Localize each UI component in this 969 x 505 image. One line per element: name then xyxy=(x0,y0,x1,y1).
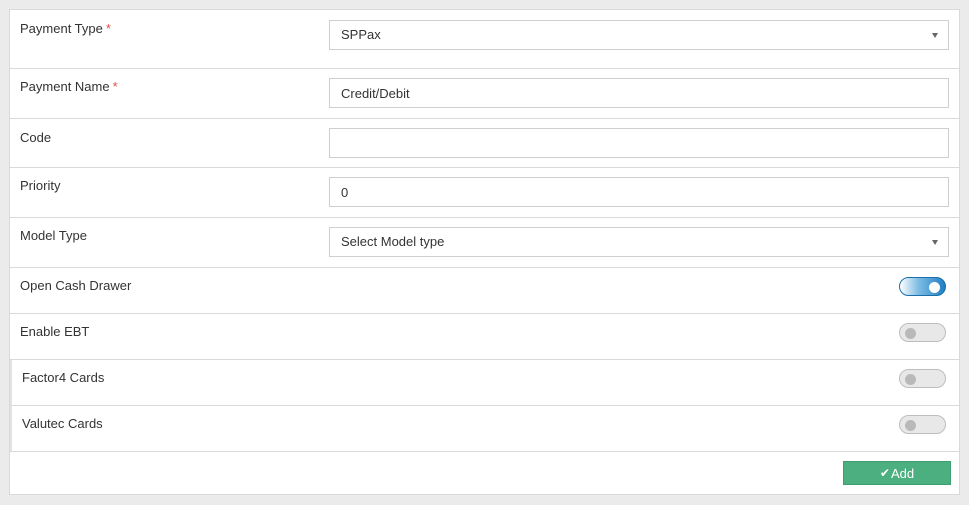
factor4-cards-row: Factor4 Cards xyxy=(10,360,959,406)
model-type-label: Model Type xyxy=(20,228,87,243)
payment-name-row: Payment Name * xyxy=(10,69,959,119)
model-type-select[interactable]: Select Model type xyxy=(329,227,949,257)
open-cash-drawer-toggle[interactable] xyxy=(899,277,946,296)
chevron-down-icon xyxy=(932,240,938,245)
payment-type-select[interactable]: SPPax xyxy=(329,20,949,50)
priority-label: Priority xyxy=(20,178,61,193)
code-label: Code xyxy=(20,130,52,145)
add-button-label: Add xyxy=(890,465,915,481)
toggle-knob xyxy=(905,327,916,339)
model-type-row: Model Type Select Model type xyxy=(10,218,959,268)
open-cash-drawer-row: Open Cash Drawer xyxy=(10,268,959,314)
valutec-cards-row: Valutec Cards xyxy=(10,406,959,451)
check-icon: ✔ xyxy=(879,466,890,480)
open-cash-drawer-label: Open Cash Drawer xyxy=(20,278,132,293)
priority-input[interactable] xyxy=(329,177,949,207)
required-mark: * xyxy=(105,21,111,36)
toggle-knob xyxy=(905,419,916,431)
payment-name-input[interactable] xyxy=(329,78,949,108)
payment-name-label: Payment Name * xyxy=(20,79,118,94)
enable-ebt-toggle[interactable] xyxy=(899,323,946,342)
enable-ebt-row: Enable EBT xyxy=(10,314,959,360)
toggle-knob xyxy=(929,281,940,293)
factor4-cards-label: Factor4 Cards xyxy=(22,370,105,385)
payment-type-label: Payment Type * xyxy=(20,21,111,36)
add-button[interactable]: ✔ Add xyxy=(843,461,951,485)
factor4-cards-toggle[interactable] xyxy=(899,369,946,388)
toggle-knob xyxy=(905,373,916,385)
payment-form-panel: Payment Type* SPPax Payment Name* Code P… xyxy=(9,9,960,495)
payment-type-value: SPPax xyxy=(341,27,381,42)
enable-ebt-label: Enable EBT xyxy=(20,324,90,339)
required-mark: * xyxy=(112,79,118,94)
payment-type-row: Payment Type * SPPax xyxy=(10,10,959,69)
valutec-cards-toggle[interactable] xyxy=(899,415,946,434)
payment-form: Payment Type* SPPax Payment Name* Code P… xyxy=(10,10,959,452)
model-type-value: Select Model type xyxy=(341,234,445,249)
chevron-down-icon xyxy=(932,33,938,38)
valutec-cards-label: Valutec Cards xyxy=(22,416,103,431)
code-input[interactable] xyxy=(329,128,949,158)
priority-row: Priority xyxy=(10,168,959,218)
code-row: Code xyxy=(10,119,959,168)
